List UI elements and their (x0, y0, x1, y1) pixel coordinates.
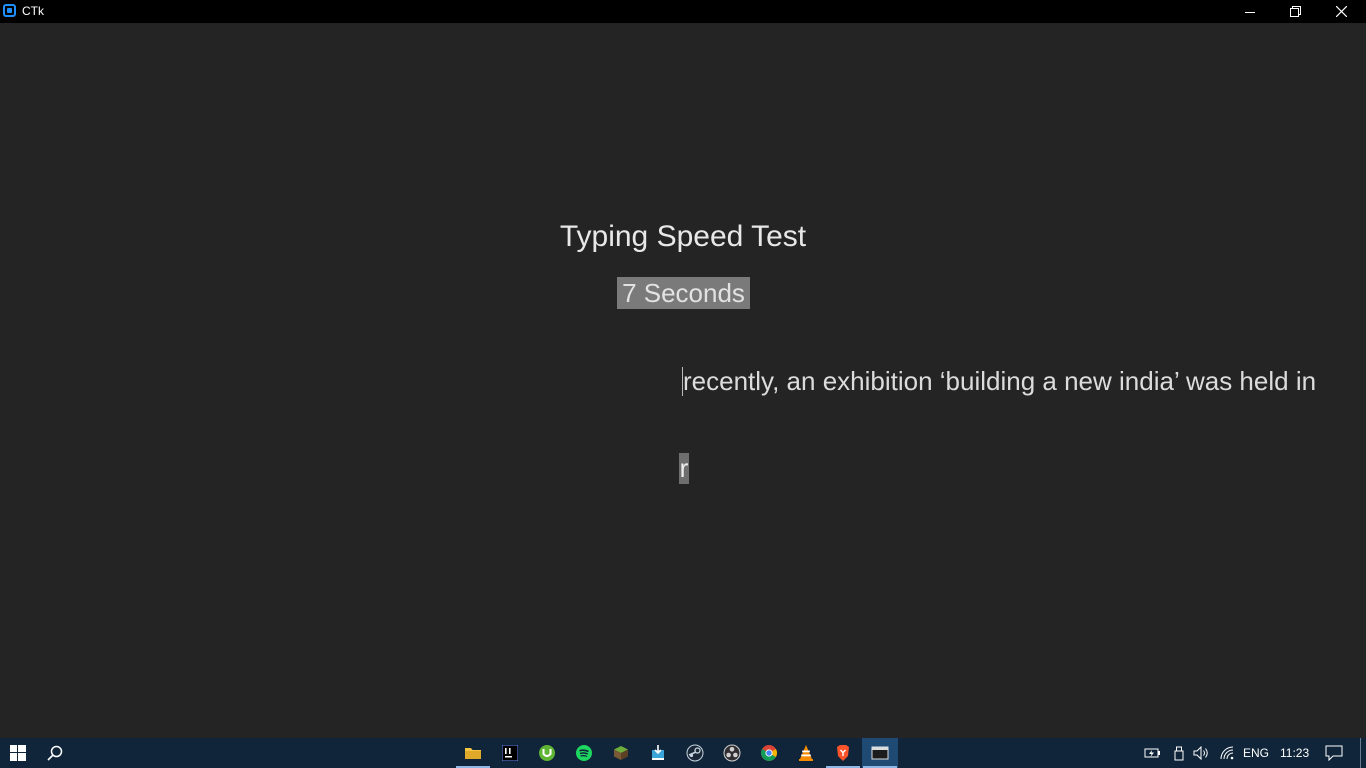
taskbar-file-explorer[interactable] (455, 738, 491, 768)
minimize-icon (1245, 11, 1255, 13)
taskbar-utorrent[interactable] (529, 738, 565, 768)
taskbar-steam[interactable] (677, 738, 713, 768)
network-tray-button[interactable] (1144, 745, 1162, 761)
utorrent-icon (539, 745, 555, 761)
show-desktop-button[interactable] (1360, 738, 1361, 768)
installer-icon (652, 745, 664, 760)
taskbar-spotify[interactable] (566, 738, 602, 768)
window-title: CTk (22, 4, 44, 18)
minimize-button[interactable] (1227, 0, 1273, 23)
taskbar-installer[interactable] (640, 738, 676, 768)
title-bar: CTk (0, 0, 1366, 23)
intellij-icon (502, 745, 518, 761)
start-button[interactable] (0, 738, 36, 768)
windows-logo-icon (10, 745, 26, 761)
timer-label: 7 Seconds (617, 277, 750, 309)
taskbar-intellij[interactable] (492, 738, 528, 768)
usb-tray-button[interactable] (1172, 745, 1186, 761)
battery-charging-icon (1144, 748, 1160, 758)
page-title: Typing Speed Test (559, 220, 807, 253)
close-button[interactable] (1318, 0, 1364, 23)
wifi-tray-button[interactable] (1219, 745, 1235, 761)
restore-icon (1289, 6, 1301, 17)
brave-icon (837, 745, 849, 761)
folder-icon (465, 748, 481, 759)
vlc-icon (799, 745, 813, 761)
python-window-icon (871, 746, 889, 760)
volume-tray-button[interactable] (1193, 745, 1211, 761)
taskbar-minecraft[interactable] (603, 738, 639, 768)
search-button[interactable] (37, 738, 73, 768)
taskbar-brave[interactable] (825, 738, 861, 768)
wifi-icon (1220, 746, 1234, 760)
taskbar-obs[interactable] (714, 738, 750, 768)
clock[interactable]: 11:23 (1280, 746, 1309, 760)
app-window: Typing Speed Test 7 Seconds recently, an… (0, 23, 1366, 738)
spotify-icon (576, 745, 592, 761)
close-icon (1335, 6, 1347, 17)
taskbar-vlc[interactable] (788, 738, 824, 768)
taskbar-ctk-app[interactable] (862, 738, 898, 768)
obs-icon (723, 744, 741, 762)
minecraft-icon (614, 746, 628, 760)
typing-input[interactable]: r (679, 453, 689, 484)
usb-drive-icon (1174, 746, 1184, 760)
language-indicator[interactable]: ENG (1243, 746, 1269, 760)
target-sentence: recently, an exhibition ‘building a new … (683, 366, 1317, 396)
app-icon (3, 4, 16, 17)
chrome-icon (761, 745, 777, 761)
restore-button[interactable] (1272, 0, 1318, 23)
taskbar-chrome[interactable] (751, 738, 787, 768)
search-icon (47, 745, 63, 761)
steam-icon (686, 744, 704, 762)
action-center-button[interactable] (1325, 745, 1343, 761)
volume-icon (1193, 746, 1208, 760)
taskbar: ENG 11:23 (0, 738, 1366, 768)
notification-icon (1325, 745, 1343, 761)
